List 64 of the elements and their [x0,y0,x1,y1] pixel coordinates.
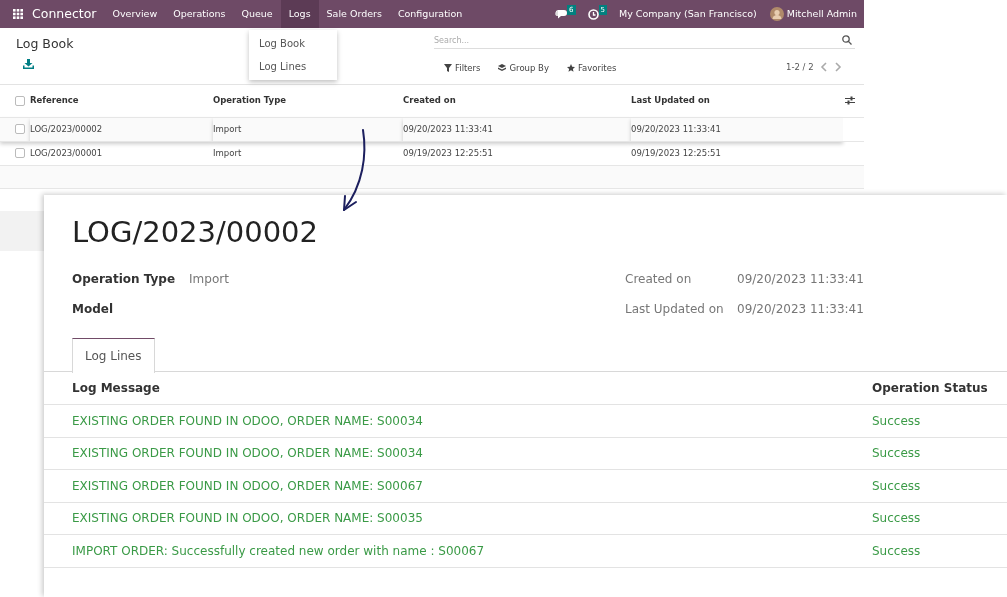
group-by-button[interactable]: Group By [498,62,549,75]
favorites-button[interactable]: Favorites [566,62,617,75]
checkbox[interactable] [15,148,25,159]
apps-menu-icon[interactable] [13,9,23,19]
table-cell: Import [213,147,242,158]
menu-item[interactable]: Logs [280,0,319,28]
table-cell: 09/20/2023 11:33:41 [631,123,721,134]
table-cell: EXISTING ORDER FOUND IN ODOO, ORDER NAME: S00034 [72,413,423,428]
filters-button[interactable]: Filters [444,62,481,75]
chat-icon[interactable] [555,9,568,19]
table-cell: EXISTING ORDER FOUND IN ODOO, ORDER NAME: S00035 [72,511,423,526]
table-cell: EXISTING ORDER FOUND IN ODOO, ORDER NAME: S00067 [72,478,423,493]
table-cell: Success [872,446,921,461]
field-value: 09/20/2023 11:33:41 [737,301,864,318]
page-background [0,210,44,251]
table-cell: EXISTING ORDER FOUND IN ODOO, ORDER NAME: S00034 [72,446,423,461]
menu-item[interactable]: Operations [165,0,234,28]
tab[interactable]: Log Lines [72,338,155,373]
filter-icon [444,64,452,73]
column-header[interactable]: Operation Status [872,381,988,395]
table-cell: LOG/2023/00002 [30,123,103,134]
field-label: Model [72,301,114,318]
field-value: 09/20/2023 11:33:41 [737,271,864,288]
table-cell: 09/19/2023 12:25:51 [631,147,721,158]
checkbox[interactable] [15,124,25,135]
column-header[interactable]: Last Updated on [631,95,710,106]
page-title: Log Book [16,35,74,53]
field-label: Last Updated on [625,301,725,318]
column-header[interactable]: Created on [403,95,456,106]
star-icon [566,64,575,73]
table-cell: Success [872,511,921,526]
app-name: Connector [32,4,97,23]
download-icon[interactable] [23,59,34,69]
dropdown-item[interactable]: Log Lines [249,55,337,78]
avatar-icon[interactable] [769,7,784,21]
column-settings-icon[interactable] [845,96,855,106]
column-header[interactable]: Reference [30,95,79,106]
table-cell: IMPORT ORDER: Successfully created new order with name : S00067 [72,543,485,558]
menu-item[interactable]: Configuration [389,0,471,28]
table-cell: Success [872,413,921,428]
table-cell: Success [872,543,921,558]
menu-item[interactable]: Queue [233,0,281,28]
menu-item[interactable]: Overview [104,0,166,28]
record-title: LOG/2023/00002 [72,215,319,250]
field-label: Created on [625,271,693,288]
company-name[interactable]: My Company (San Francisco) [619,6,757,22]
search-icon[interactable] [842,35,852,45]
search-field[interactable]: Search... [434,33,855,49]
column-header[interactable]: Log Message [72,381,160,395]
table-cell: Success [872,478,921,493]
clock-icon[interactable] [587,8,599,20]
checkbox[interactable] [15,95,25,106]
field-value: Import [189,271,229,288]
field-label: Operation Type [72,271,176,288]
table-cell: 09/20/2023 11:33:41 [403,123,493,134]
table-cell: 09/19/2023 12:25:51 [403,147,493,158]
pager-text: 1-2 / 2 [786,61,814,74]
layers-icon [498,64,507,73]
table-cell: LOG/2023/00001 [30,147,103,158]
user-name[interactable]: Mitchell Admin [786,6,857,22]
table-cell: Import [213,123,242,134]
menu-item[interactable]: Sale Orders [318,0,390,28]
dropdown-item[interactable]: Log Book [249,32,337,55]
column-header[interactable]: Operation Type [213,95,286,106]
